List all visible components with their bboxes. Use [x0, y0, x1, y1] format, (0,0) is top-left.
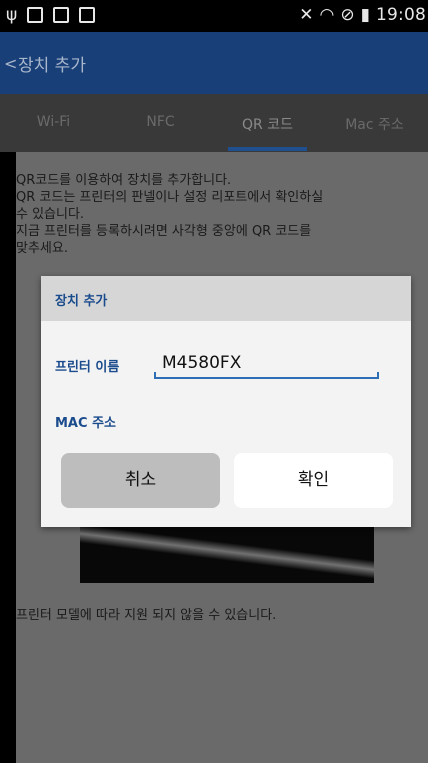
clipboard-icon — [79, 7, 96, 23]
status-right-icons: ✕ ◠ ⊘ ▮ 19:08 — [299, 5, 426, 25]
tab-bar: Wi-Fi NFC QR 코드 Mac 주소 — [0, 94, 428, 152]
description-line: QR 코드는 프린터의 판넬이나 설정 리포트에서 확인하실 — [16, 190, 324, 205]
page-title: 장치 추가 — [18, 56, 86, 76]
screen-edge — [0, 152, 16, 763]
app-bar: < 장치 추가 — [0, 32, 428, 94]
qr-description: QR코드를 이용하여 장치를 추가합니다. QR 코드는 프린터의 판넬이나 설… — [16, 172, 424, 257]
ok-button[interactable]: 확인 — [234, 453, 393, 508]
back-icon[interactable]: < — [4, 54, 17, 73]
support-note: 프린터 모델에 따라 지원 되지 않을 수 있습니다. — [16, 608, 277, 623]
tab-mac-address[interactable]: Mac 주소 — [321, 94, 428, 152]
camera-light-streak — [80, 525, 374, 582]
dialog-title: 장치 추가 — [55, 294, 108, 309]
cancel-button[interactable]: 취소 — [61, 453, 220, 508]
add-device-dialog: 장치 추가 프린터 이름 MAC 주소 취소 확인 — [41, 276, 411, 527]
dialog-header: 장치 추가 — [41, 276, 411, 321]
printer-name-underline — [154, 372, 379, 379]
tab-nfc[interactable]: NFC — [107, 94, 214, 152]
description-line: QR코드를 이용하여 장치를 추가합니다. — [16, 173, 232, 188]
blocked-icon: ⊘ — [340, 5, 355, 25]
status-time: 19:08 — [376, 5, 426, 25]
tab-wifi[interactable]: Wi-Fi — [0, 94, 107, 152]
printer-name-label: 프린터 이름 — [55, 360, 120, 375]
mute-icon: ✕ — [299, 5, 314, 25]
description-line: 수 있습니다. — [16, 207, 85, 222]
status-bar: ψ ✕ ◠ ⊘ ▮ 19:08 — [0, 0, 428, 32]
description-line: 지금 프린터를 등록하시려면 사각형 중앙에 QR 코드를 — [16, 224, 312, 239]
camera-preview — [80, 525, 374, 583]
status-left-icons: ψ — [6, 5, 96, 25]
usb-icon: ψ — [6, 5, 18, 25]
image-icon — [27, 7, 44, 23]
description-line: 맞추세요. — [16, 241, 68, 256]
mac-address-label: MAC 주소 — [55, 416, 116, 431]
wifi-icon: ◠ — [319, 5, 335, 25]
battery-icon: ▮ — [360, 5, 370, 25]
sync-icon — [53, 7, 70, 23]
tab-qr-code[interactable]: QR 코드 — [214, 94, 321, 152]
printer-name-input[interactable] — [154, 348, 379, 378]
